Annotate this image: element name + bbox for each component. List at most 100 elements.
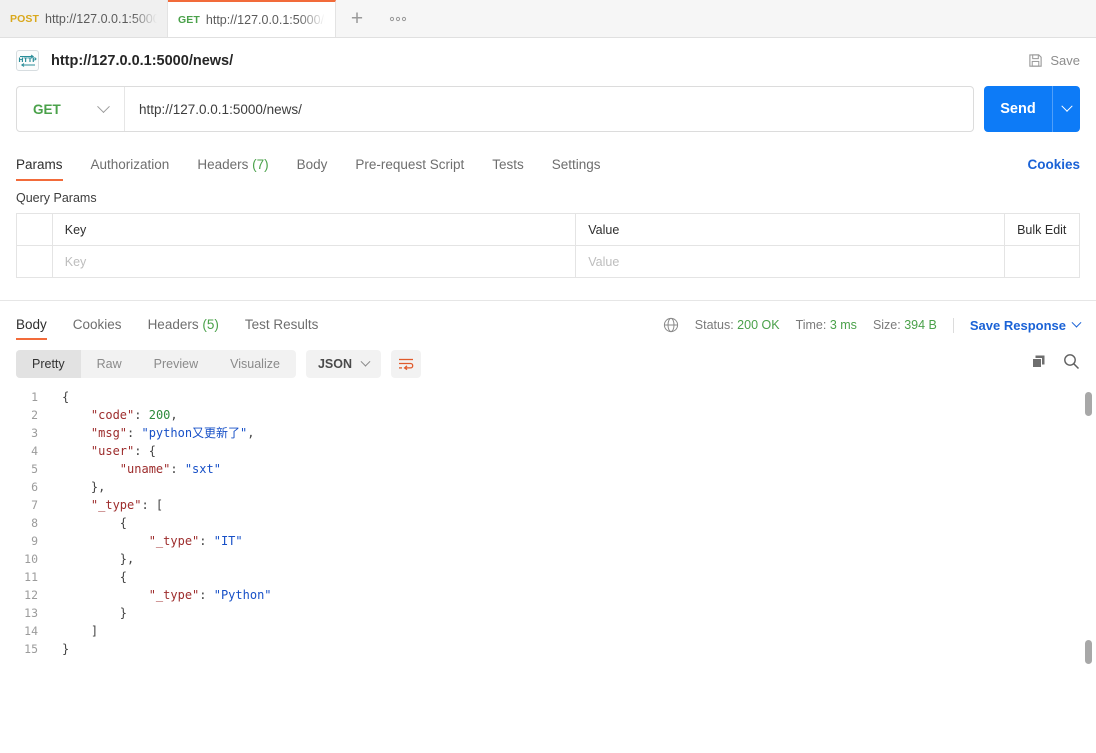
- tab-label: Params: [16, 157, 63, 172]
- tab-label: Headers: [197, 157, 249, 172]
- param-value-input[interactable]: Value: [576, 246, 1006, 277]
- size-badge: Size: 394 B: [873, 318, 937, 332]
- time-label: Time:: [795, 318, 827, 332]
- svg-text:HTTP: HTTP: [18, 57, 37, 64]
- select-all-checkbox-cell[interactable]: [17, 214, 53, 245]
- code-line-text: "code": 200,: [48, 406, 1096, 424]
- tab-authorization[interactable]: Authorization: [91, 157, 170, 181]
- code-token: "_type": [148, 588, 200, 602]
- tab-label: Authorization: [90, 157, 170, 172]
- send-button[interactable]: Send: [984, 86, 1053, 132]
- code-line-text: },: [48, 550, 1096, 568]
- save-button[interactable]: Save: [1028, 53, 1080, 68]
- table-header-row: Key Value Bulk Edit: [17, 214, 1079, 246]
- code-line-text: {: [48, 388, 1096, 406]
- tab-headers[interactable]: Headers (7): [197, 157, 268, 181]
- format-raw-button[interactable]: Raw: [81, 350, 138, 378]
- response-tab-test-results[interactable]: Test Results: [245, 317, 319, 340]
- code-token: "IT": [213, 534, 243, 548]
- size-value: 394 B: [904, 318, 937, 332]
- code-line-text: },: [48, 478, 1096, 496]
- code-token: "code": [90, 408, 135, 422]
- save-response-button[interactable]: Save Response: [970, 317, 1082, 333]
- tab-tests[interactable]: Tests: [492, 157, 524, 181]
- wrap-lines-button[interactable]: [391, 350, 421, 378]
- code-token: "user": [90, 444, 135, 458]
- format-preview-button[interactable]: Preview: [138, 350, 214, 378]
- response-tab-body[interactable]: Body: [16, 317, 47, 340]
- bulk-edit-button[interactable]: Bulk Edit: [1005, 214, 1079, 245]
- floppy-disk-icon: [1029, 54, 1043, 67]
- response-divider: [0, 300, 1096, 301]
- cookies-link[interactable]: Cookies: [1027, 157, 1080, 181]
- code-line: 15}: [0, 640, 1096, 658]
- http-glyph: HTTP: [18, 54, 37, 67]
- code-line-text: "uname": "sxt": [48, 460, 1096, 478]
- language-select[interactable]: JSON: [305, 350, 381, 378]
- code-token: {: [62, 390, 70, 404]
- code-line-text: "_type": "IT": [48, 532, 1096, 550]
- param-key-input[interactable]: Key: [53, 246, 577, 277]
- time-badge: Time: 3 ms: [796, 318, 857, 332]
- status-label: Status:: [694, 318, 734, 332]
- request-tab-post[interactable]: POST http://127.0.0.1:5000/reg: [0, 0, 168, 37]
- response-actions: [1031, 353, 1080, 375]
- tab-url-label: http://127.0.0.1:5000/new: [205, 12, 325, 27]
- tab-body[interactable]: Body: [297, 157, 328, 181]
- code-token: :: [199, 534, 214, 548]
- format-pretty-button[interactable]: Pretty: [16, 350, 81, 378]
- search-button[interactable]: [1063, 353, 1080, 375]
- code-line: 10 },: [0, 550, 1096, 568]
- response-tab-headers[interactable]: Headers (5): [148, 317, 219, 340]
- response-body-viewer[interactable]: 1{2 "code": 200, 3 "msg": "python又更新了", 4 …: [0, 388, 1096, 676]
- new-tab-button[interactable]: +: [336, 0, 378, 37]
- tab-url-label: http://127.0.0.1:5000/reg: [45, 11, 157, 26]
- code-line: 11 {: [0, 568, 1096, 586]
- tab-params[interactable]: Params: [16, 157, 63, 181]
- line-number: 14: [24, 624, 38, 638]
- code-line-text: }: [48, 640, 1096, 658]
- code-token: }: [62, 642, 70, 656]
- code-line-text: {: [48, 514, 1096, 532]
- tab-label: Headers: [147, 317, 199, 332]
- tab-settings[interactable]: Settings: [552, 157, 601, 181]
- scrollbar-thumb-bottom[interactable]: [1085, 640, 1092, 664]
- format-visualize-button[interactable]: Visualize: [214, 350, 296, 378]
- code-line-text: "_type": [: [48, 496, 1096, 514]
- url-bar: GET: [16, 86, 974, 132]
- row-spacer: [1005, 246, 1079, 277]
- tab-count: (7): [252, 157, 269, 172]
- tab-count: (5): [202, 317, 219, 332]
- column-header-key: Key: [53, 214, 577, 245]
- url-input[interactable]: [125, 87, 973, 131]
- tab-more-options-icon[interactable]: [378, 0, 418, 37]
- row-checkbox-cell[interactable]: [17, 246, 53, 277]
- code-line-text: {: [48, 568, 1096, 586]
- line-number: 8: [31, 516, 38, 530]
- tab-label: Tests: [492, 157, 524, 172]
- request-tab-strip: POST http://127.0.0.1:5000/reg GET http:…: [0, 0, 1096, 38]
- method-select[interactable]: GET: [17, 87, 125, 131]
- code-token: {: [119, 516, 128, 530]
- code-token: {: [119, 570, 128, 584]
- tab-label: Settings: [551, 157, 601, 172]
- code-token: :: [170, 462, 185, 476]
- code-line: 6 },: [0, 478, 1096, 496]
- code-line-text: "user": {: [48, 442, 1096, 460]
- send-options-button[interactable]: [1053, 86, 1080, 132]
- response-tab-cookies[interactable]: Cookies: [73, 317, 122, 340]
- tab-pre-request-script[interactable]: Pre-request Script: [355, 157, 464, 181]
- line-number: 1: [31, 390, 38, 404]
- line-number: 3: [31, 426, 38, 440]
- query-params-label: Query Params: [16, 191, 97, 205]
- line-number: 7: [31, 498, 38, 512]
- request-tab-get[interactable]: GET http://127.0.0.1:5000/new: [168, 0, 336, 37]
- code-line: 12 "_type": "Python": [0, 586, 1096, 604]
- scrollbar-thumb-top[interactable]: [1085, 392, 1092, 416]
- line-number: 2: [31, 408, 38, 422]
- line-number: 5: [31, 462, 38, 476]
- code-line-text: }: [48, 604, 1096, 622]
- copy-button[interactable]: [1031, 354, 1047, 375]
- code-token: "_type": [148, 534, 200, 548]
- tab-label: Pre-request Script: [355, 157, 465, 172]
